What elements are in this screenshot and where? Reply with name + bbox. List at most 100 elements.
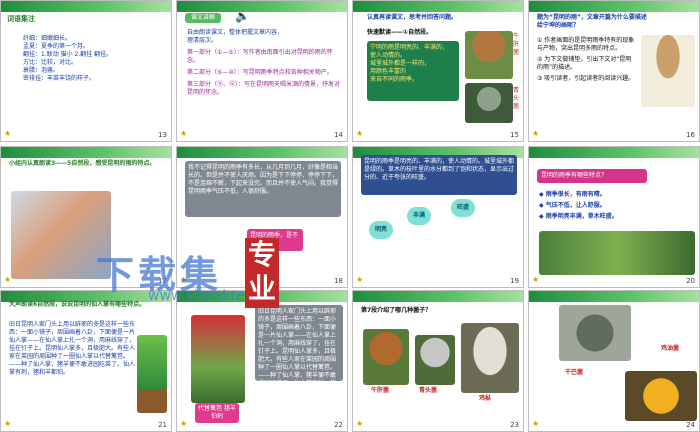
slide-header: 第7段介绍了哪几种菌子？ [361, 307, 432, 314]
star-icon: ★ [4, 275, 12, 284]
slide-number: 23 [510, 421, 519, 429]
slide-line: 用颜色丰富的 [370, 68, 407, 75]
slide-16[interactable]: 题为“昆明的雨”，文章开篇为什么要描述给宁坤的画呢？ ① 作者画面的是昆明雨季特… [528, 0, 700, 142]
slide-line: ◆ 气压不低，让人舒服。 [539, 202, 606, 209]
slide-header: 认真再读课文，思考并回答问题。 [367, 14, 458, 21]
star-icon: ★ [356, 275, 364, 284]
slide-19[interactable]: 昆明的雨季是明亮的、丰满的，使人动情的。城里城外都是绿的。草木的枝叶里的水分都到… [352, 146, 524, 288]
mushroom-image [465, 83, 513, 123]
slide-band [353, 1, 523, 12]
cactus-image [191, 315, 245, 403]
mushroom-image [625, 371, 697, 421]
slide-band [529, 1, 699, 12]
cactus-image [137, 335, 167, 413]
slide-line: 方比：比较，对比。 [23, 59, 78, 66]
mushroom-label: 青头菌 [513, 87, 520, 110]
slide-number: 18 [334, 277, 343, 285]
slide-band [1, 147, 171, 158]
star-icon: ★ [4, 129, 12, 138]
slide-number: 21 [158, 421, 167, 429]
heart-label: 旺盛 [451, 199, 475, 217]
slide-number: 24 [686, 421, 695, 429]
mushroom-label: 鸡枞 [479, 395, 492, 402]
mushroom-image [415, 335, 455, 385]
slide-24[interactable]: 干巴菌 鸡油菌 ★ 24 [528, 290, 700, 432]
slide-line: 第三部分（⑪、⑫）：写在昆明雨天喝米酒的情景，抒发对昆明的怀念。 [187, 81, 341, 96]
callout-bubble: 代替篱笆 猪羊怕刺 [195, 403, 239, 423]
slide-line: 我不记得昆明的雨季有多长，从几月到几月，好像是相当长的。但是并不使人厌烦。因为是… [188, 164, 339, 195]
slide-header: 词语集注 [7, 15, 35, 23]
slide-number: 20 [686, 277, 695, 285]
slide-line: ◆ 雨季很长，有雨有晴。 [539, 191, 606, 198]
slide-line: 密排挂：丰菜丰饶的样子。 [23, 75, 96, 82]
slide-15[interactable]: 认真再读课文，思考并回答问题。 快速默读——①自然段。 宁明的雨是明亮的、丰满的… [352, 0, 524, 142]
mushroom-image [641, 35, 695, 107]
slide-header: 课文讲解 [185, 13, 221, 23]
slide-14[interactable]: 课文讲解 🔈 自由朗读课文，整体把握文章内容， 理清层次。 第一部分（①—⑤）：… [176, 0, 348, 142]
slide-grid: 词语集注 纤细：细嫩细长。 孟夏：夏季的第一个月。 翻挂：1.联动 猫小 2.翻… [0, 0, 700, 432]
slide-23[interactable]: 第7段介绍了哪几种菌子？ 牛肝菌 青头菌 鸡枞 ★ 23 [352, 290, 524, 432]
star-icon: ★ [532, 275, 540, 284]
quote-box: 宁明的雨是明亮的、丰满的， 使人动情的。 城里城外都是一样的， 用颜色丰富的 来… [367, 41, 459, 101]
mushroom-image [559, 305, 631, 361]
star-icon: ★ [4, 419, 12, 428]
slide-band [353, 291, 523, 302]
slide-number: 16 [686, 131, 695, 139]
slide-band [529, 291, 699, 302]
star-icon: ★ [180, 129, 188, 138]
slide-13[interactable]: 词语集注 纤细：细嫩细长。 孟夏：夏季的第一个月。 翻挂：1.联动 猫小 2.翻… [0, 0, 172, 142]
star-icon: ★ [356, 129, 364, 138]
slide-band [177, 1, 347, 12]
slide-number: 19 [510, 277, 519, 285]
mushroom-label: 鸡油菌 [661, 345, 680, 352]
slide-number: 15 [510, 131, 519, 139]
mushroom-image [363, 329, 409, 385]
slide-subheader: 快速默读——①自然段。 [367, 29, 433, 36]
star-icon: ★ [180, 419, 188, 428]
slide-line: ③ 吸引读者，引起读者的阅读兴趣。 [537, 75, 635, 82]
slide-header: 昆明的雨季有哪些特点？ [537, 169, 647, 183]
slide-line: 第一部分（①—⑤）：写作者由南面引出对昆明的雨的怀念。 [187, 49, 333, 64]
slide-line: 第二部分（⑥—⑩）：写昆明雨季特点和各种相关物产。 [187, 69, 333, 76]
landscape-photo [539, 231, 695, 275]
slide-line: 孟夏：夏季的第一个月。 [23, 43, 90, 50]
slide-22[interactable]: 代替篱笆 猪羊怕刺 旧日昆明人家门头上用以辟邪的多是这样一些东西：一面小镜子，周… [176, 290, 348, 432]
slide-line: 自由朗读课文，整体把握文章内容， [187, 29, 284, 36]
slide-21[interactable]: 大声朗读6自然段，说说昆明的仙人掌有哪些特点。 旧日昆明人家门头上用以辟邪的多是… [0, 290, 172, 432]
slide-header: 题为“昆明的雨”，文章开篇为什么要描述给宁坤的画呢？ [537, 14, 647, 29]
slide-line: 纤细：细嫩细长。 [23, 35, 72, 42]
slide-line: ① 作者画面的是昆明雨季特有的现象与产物，突出昆明多雨的特点。 [537, 37, 635, 52]
watermark-tag: 专业 [245, 238, 279, 308]
slide-number: 14 [334, 131, 343, 139]
speaker-icon[interactable]: 🔈 [235, 9, 250, 23]
slide-number: 13 [158, 131, 167, 139]
slide-header: 大声朗读6自然段，说说昆明的仙人掌有哪些特点。 [9, 301, 146, 308]
slide-line: ◆ 雨季明亮丰满，草木旺盛。 [539, 213, 618, 220]
quote-box: 我不记得昆明的雨季有多长，从几月到几月，好像是相当长的。但是并不使人厌烦。因为是… [185, 161, 341, 217]
slide-line: 使人动情的。 [370, 52, 407, 59]
quote-box: 旧日昆明人家门头上用以辟邪的多是这样一些东西：一面小镜子，周围画着八卦，下面便是… [255, 305, 343, 395]
slide-line: 宁明的雨是明亮的、丰满的， [370, 44, 449, 51]
heart-label: 明亮 [369, 221, 393, 239]
star-icon: ★ [532, 129, 540, 138]
slide-line: 昆明的雨季是明亮的、丰满的，使人动情的。城里城外都是绿的。草木的枝叶里的水分都到… [364, 158, 515, 181]
slide-band [529, 147, 699, 158]
slide-band [177, 147, 347, 158]
watermark-url: www.xiazai.red [148, 288, 254, 304]
slide-line: 衰腊：泡酱。 [23, 67, 60, 74]
slide-band [1, 1, 171, 12]
slide-line: ② 为下文做铺垫，引出下文对“昆明的雨”的描述。 [537, 56, 632, 71]
mushroom-image [465, 31, 513, 79]
quote-box: 昆明的雨季是明亮的、丰满的，使人动情的。城里城外都是绿的。草木的枝叶里的水分都到… [361, 155, 517, 195]
mushroom-label: 牛肝菌 [513, 33, 520, 56]
mushroom-image [461, 323, 519, 393]
mushroom-label: 干巴菌 [565, 369, 584, 376]
slide-line: 理清层次。 [187, 37, 218, 44]
mushroom-label: 牛肝菌 [371, 387, 390, 394]
slide-line: 来自不同的雨季。 [370, 76, 419, 83]
slide-header: 小组内认真朗读3——5自然段，感受昆明的雨的特点。 [9, 160, 156, 167]
slide-line: 旧日昆明人家门头上用以辟邪的多是这样一些东西：一面小镜子，周围画着八卦，下面便是… [9, 321, 136, 376]
slide-number: 22 [334, 421, 343, 429]
slide-20[interactable]: 昆明的雨季有哪些特点？ ◆ 雨季很长，有雨有晴。 ◆ 气压不低，让人舒服。 ◆ … [528, 146, 700, 288]
star-icon: ★ [532, 419, 540, 428]
